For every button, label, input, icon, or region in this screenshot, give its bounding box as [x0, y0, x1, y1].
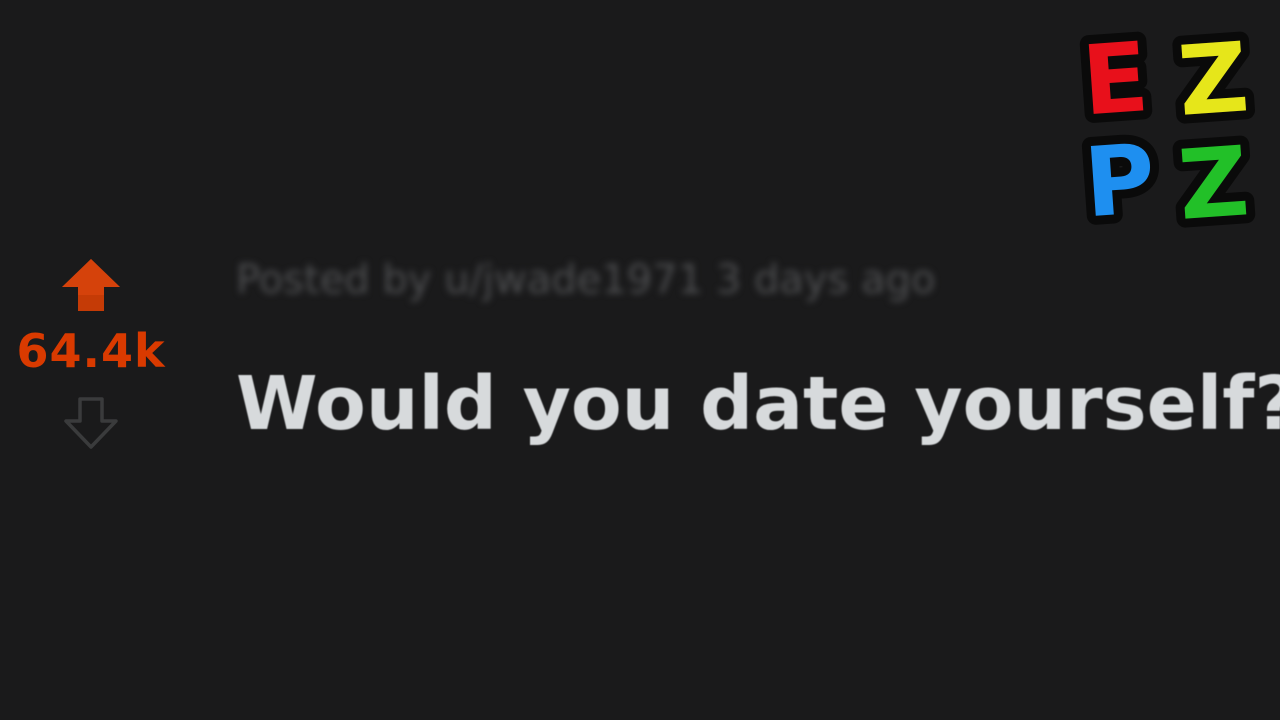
svg-text:P: P: [1081, 123, 1159, 232]
vote-score: 64.4k: [16, 324, 166, 378]
post-title[interactable]: Would you date yourself?: [236, 356, 1280, 452]
ezpz-logo-graphic: E Z P Z: [1070, 12, 1262, 251]
svg-text:E: E: [1079, 21, 1152, 137]
upvote-arrow-icon: [62, 259, 120, 311]
svg-text:Z: Z: [1175, 21, 1252, 138]
post-meta: Posted by u/jwade1971 3 days ago: [236, 257, 936, 303]
reddit-post-screen: 64.4k Posted by u/jwade1971 3 days ago W…: [0, 0, 1280, 720]
vote-column: 64.4k: [0, 255, 182, 455]
ezpz-logo: E Z P Z: [1070, 12, 1270, 251]
downvote-arrow-icon: [64, 397, 118, 449]
svg-text:Z: Z: [1175, 125, 1252, 232]
upvote-button[interactable]: [60, 255, 122, 315]
downvote-button[interactable]: [62, 395, 120, 451]
